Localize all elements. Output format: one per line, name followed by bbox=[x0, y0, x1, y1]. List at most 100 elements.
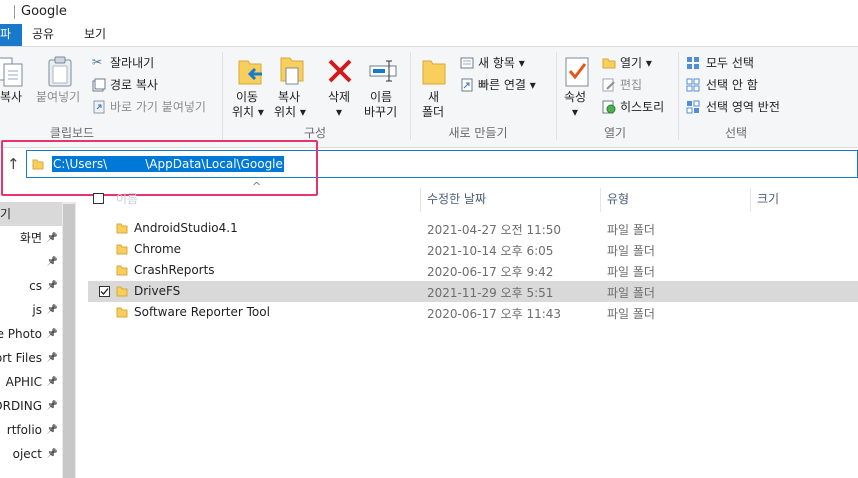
folder-icon bbox=[116, 223, 128, 234]
rename-button[interactable]: 이름 바꾸기 bbox=[360, 52, 406, 122]
table-row[interactable]: Software Reporter Tool 2020-06-17 오후 11:4… bbox=[88, 302, 858, 323]
nav-item-label: APHIC bbox=[5, 375, 42, 389]
column-separator[interactable] bbox=[750, 188, 751, 212]
folder-icon bbox=[116, 307, 128, 318]
delete-label: 삭제 bbox=[328, 90, 351, 104]
nav-item[interactable]: 📌 bbox=[0, 250, 62, 274]
move-to-label-1: 이동 bbox=[236, 90, 259, 104]
new-folder-label-2: 폴더 bbox=[422, 105, 445, 119]
select-none-button[interactable]: 선택 안 함 bbox=[684, 76, 804, 94]
tab-share[interactable]: 공유 bbox=[24, 24, 62, 46]
delete-x-icon bbox=[328, 59, 352, 83]
cut-button[interactable]: ✂ 잘라내기 bbox=[90, 54, 220, 72]
select-all-checkbox[interactable] bbox=[93, 193, 104, 204]
move-to-button[interactable]: 이동 위치 ▾ bbox=[230, 52, 270, 122]
nav-scrollbar-thumb[interactable] bbox=[63, 204, 75, 478]
table-row[interactable]: AndroidStudio4.1 2021-04-27 오전 11:50 파일 폴더 bbox=[88, 218, 858, 239]
properties-button[interactable]: 속성 ▾ bbox=[560, 52, 594, 122]
row-date: 2020-06-17 오후 11:43 bbox=[427, 307, 562, 321]
ribbon-separator bbox=[222, 52, 223, 140]
nav-item-label: oject bbox=[12, 447, 42, 461]
new-folder-label-1: 새 bbox=[428, 90, 440, 104]
easy-access-button[interactable]: 빠른 연결 ▾ bbox=[458, 76, 554, 94]
copy-to-icon bbox=[280, 57, 304, 85]
nav-item[interactable]: 화면 📌 bbox=[0, 226, 62, 250]
new-item-icon bbox=[460, 57, 474, 69]
delete-button[interactable]: 삭제 ▾ bbox=[322, 52, 358, 122]
nav-item[interactable]: rtfolio 📌 bbox=[0, 418, 62, 442]
nav-item[interactable]: cs 📌 bbox=[0, 274, 62, 298]
tab-file[interactable]: 파일 bbox=[0, 24, 22, 46]
column-size[interactable]: 크기 bbox=[757, 190, 779, 207]
new-item-button[interactable]: 새 항목 ▾ bbox=[458, 54, 554, 72]
nav-item[interactable]: oject 📌 bbox=[0, 442, 62, 466]
row-type: 파일 폴더 bbox=[607, 244, 655, 258]
open-button[interactable]: 열기 ▾ bbox=[600, 54, 674, 72]
history-button[interactable]: 히스토리 bbox=[600, 98, 674, 116]
ribbon-separator bbox=[678, 52, 679, 140]
paste-button[interactable]: 붙여넣기 bbox=[34, 52, 86, 122]
invert-selection-icon bbox=[686, 100, 700, 114]
invert-selection-button[interactable]: 선택 영역 반전 bbox=[684, 98, 804, 116]
rename-label-1: 이름 bbox=[370, 90, 393, 104]
copy-path-button[interactable]: 경로 복사 bbox=[90, 76, 220, 94]
copy-icon bbox=[0, 57, 23, 87]
nav-item[interactable]: 기 bbox=[0, 202, 62, 226]
pin-icon[interactable]: 📌 bbox=[47, 370, 58, 394]
select-none-icon bbox=[686, 78, 700, 92]
row-name: Software Reporter Tool bbox=[134, 305, 270, 319]
pin-icon[interactable]: 📌 bbox=[47, 442, 58, 466]
row-type: 파일 폴더 bbox=[607, 307, 655, 321]
select-all-label: 모두 선택 bbox=[706, 56, 754, 70]
row-name: DriveFS bbox=[134, 284, 181, 298]
select-all-icon bbox=[687, 57, 699, 69]
column-separator[interactable] bbox=[420, 188, 421, 212]
nav-item-label: js bbox=[32, 303, 42, 317]
table-row[interactable]: Chrome 2021-10-14 오후 6:05 파일 폴더 bbox=[88, 239, 858, 260]
title-bar bbox=[0, 0, 858, 24]
column-separator[interactable] bbox=[600, 188, 601, 212]
nav-item-label: rtfolio bbox=[6, 423, 42, 437]
sort-ascending-icon: ^ bbox=[252, 180, 262, 193]
folder-icon bbox=[116, 244, 128, 255]
table-row[interactable]: CrashReports 2020-06-17 오후 9:42 파일 폴더 bbox=[88, 260, 858, 281]
copy-button[interactable]: 복사 bbox=[0, 52, 28, 122]
history-label: 히스토리 bbox=[620, 100, 665, 114]
ribbon-separator bbox=[556, 52, 557, 140]
properties-checkmark-icon bbox=[565, 57, 589, 87]
column-type[interactable]: 유형 bbox=[607, 190, 629, 207]
paste-shortcut-button[interactable]: 바로 가기 붙여넣기 bbox=[90, 98, 220, 116]
clipboard-icon bbox=[48, 56, 72, 87]
nav-item[interactable]: port Files 📌 bbox=[0, 346, 62, 370]
nav-item-label: ORDING bbox=[0, 399, 42, 413]
nav-item[interactable]: APHIC 📌 bbox=[0, 370, 62, 394]
pin-icon[interactable]: 📌 bbox=[47, 394, 58, 418]
copy-to-button[interactable]: 복사 위치 ▾ bbox=[272, 52, 312, 122]
delete-dropdown-icon: ▾ bbox=[336, 105, 343, 119]
window-title: Google bbox=[21, 4, 67, 19]
tab-view[interactable]: 보기 bbox=[76, 24, 114, 46]
nav-item[interactable]: ORDING 📌 bbox=[0, 394, 62, 418]
pin-icon[interactable]: 📌 bbox=[47, 226, 58, 250]
pin-icon[interactable]: 📌 bbox=[47, 418, 58, 442]
nav-item-label: cs bbox=[29, 279, 42, 293]
row-type: 파일 폴더 bbox=[607, 286, 655, 300]
new-group-label: 새로 만들기 bbox=[448, 126, 508, 140]
new-folder-button[interactable]: 새 폴더 bbox=[416, 52, 452, 122]
copy-to-label-2: 위치 bbox=[274, 105, 297, 119]
nav-item[interactable]: pe Photo 📌 bbox=[0, 322, 62, 346]
table-row[interactable]: DriveFS 2021-11-29 오후 5:51 파일 폴더 bbox=[88, 281, 858, 302]
row-checkbox[interactable] bbox=[99, 286, 110, 297]
nav-item[interactable]: js 📌 bbox=[0, 298, 62, 322]
pin-icon[interactable]: 📌 bbox=[47, 250, 58, 274]
pin-icon[interactable]: 📌 bbox=[47, 298, 58, 322]
open-group-label: 열기 bbox=[603, 126, 627, 140]
column-name[interactable]: 이름 bbox=[116, 190, 138, 207]
row-date: 2021-04-27 오전 11:50 bbox=[427, 223, 562, 237]
column-date[interactable]: 수정한 날짜 bbox=[427, 190, 486, 207]
pin-icon[interactable]: 📌 bbox=[47, 274, 58, 298]
pin-icon[interactable]: 📌 bbox=[47, 346, 58, 370]
pin-icon[interactable]: 📌 bbox=[47, 322, 58, 346]
select-all-button[interactable]: 모두 선택 bbox=[684, 54, 804, 72]
edit-button[interactable]: 편집 bbox=[600, 76, 674, 94]
